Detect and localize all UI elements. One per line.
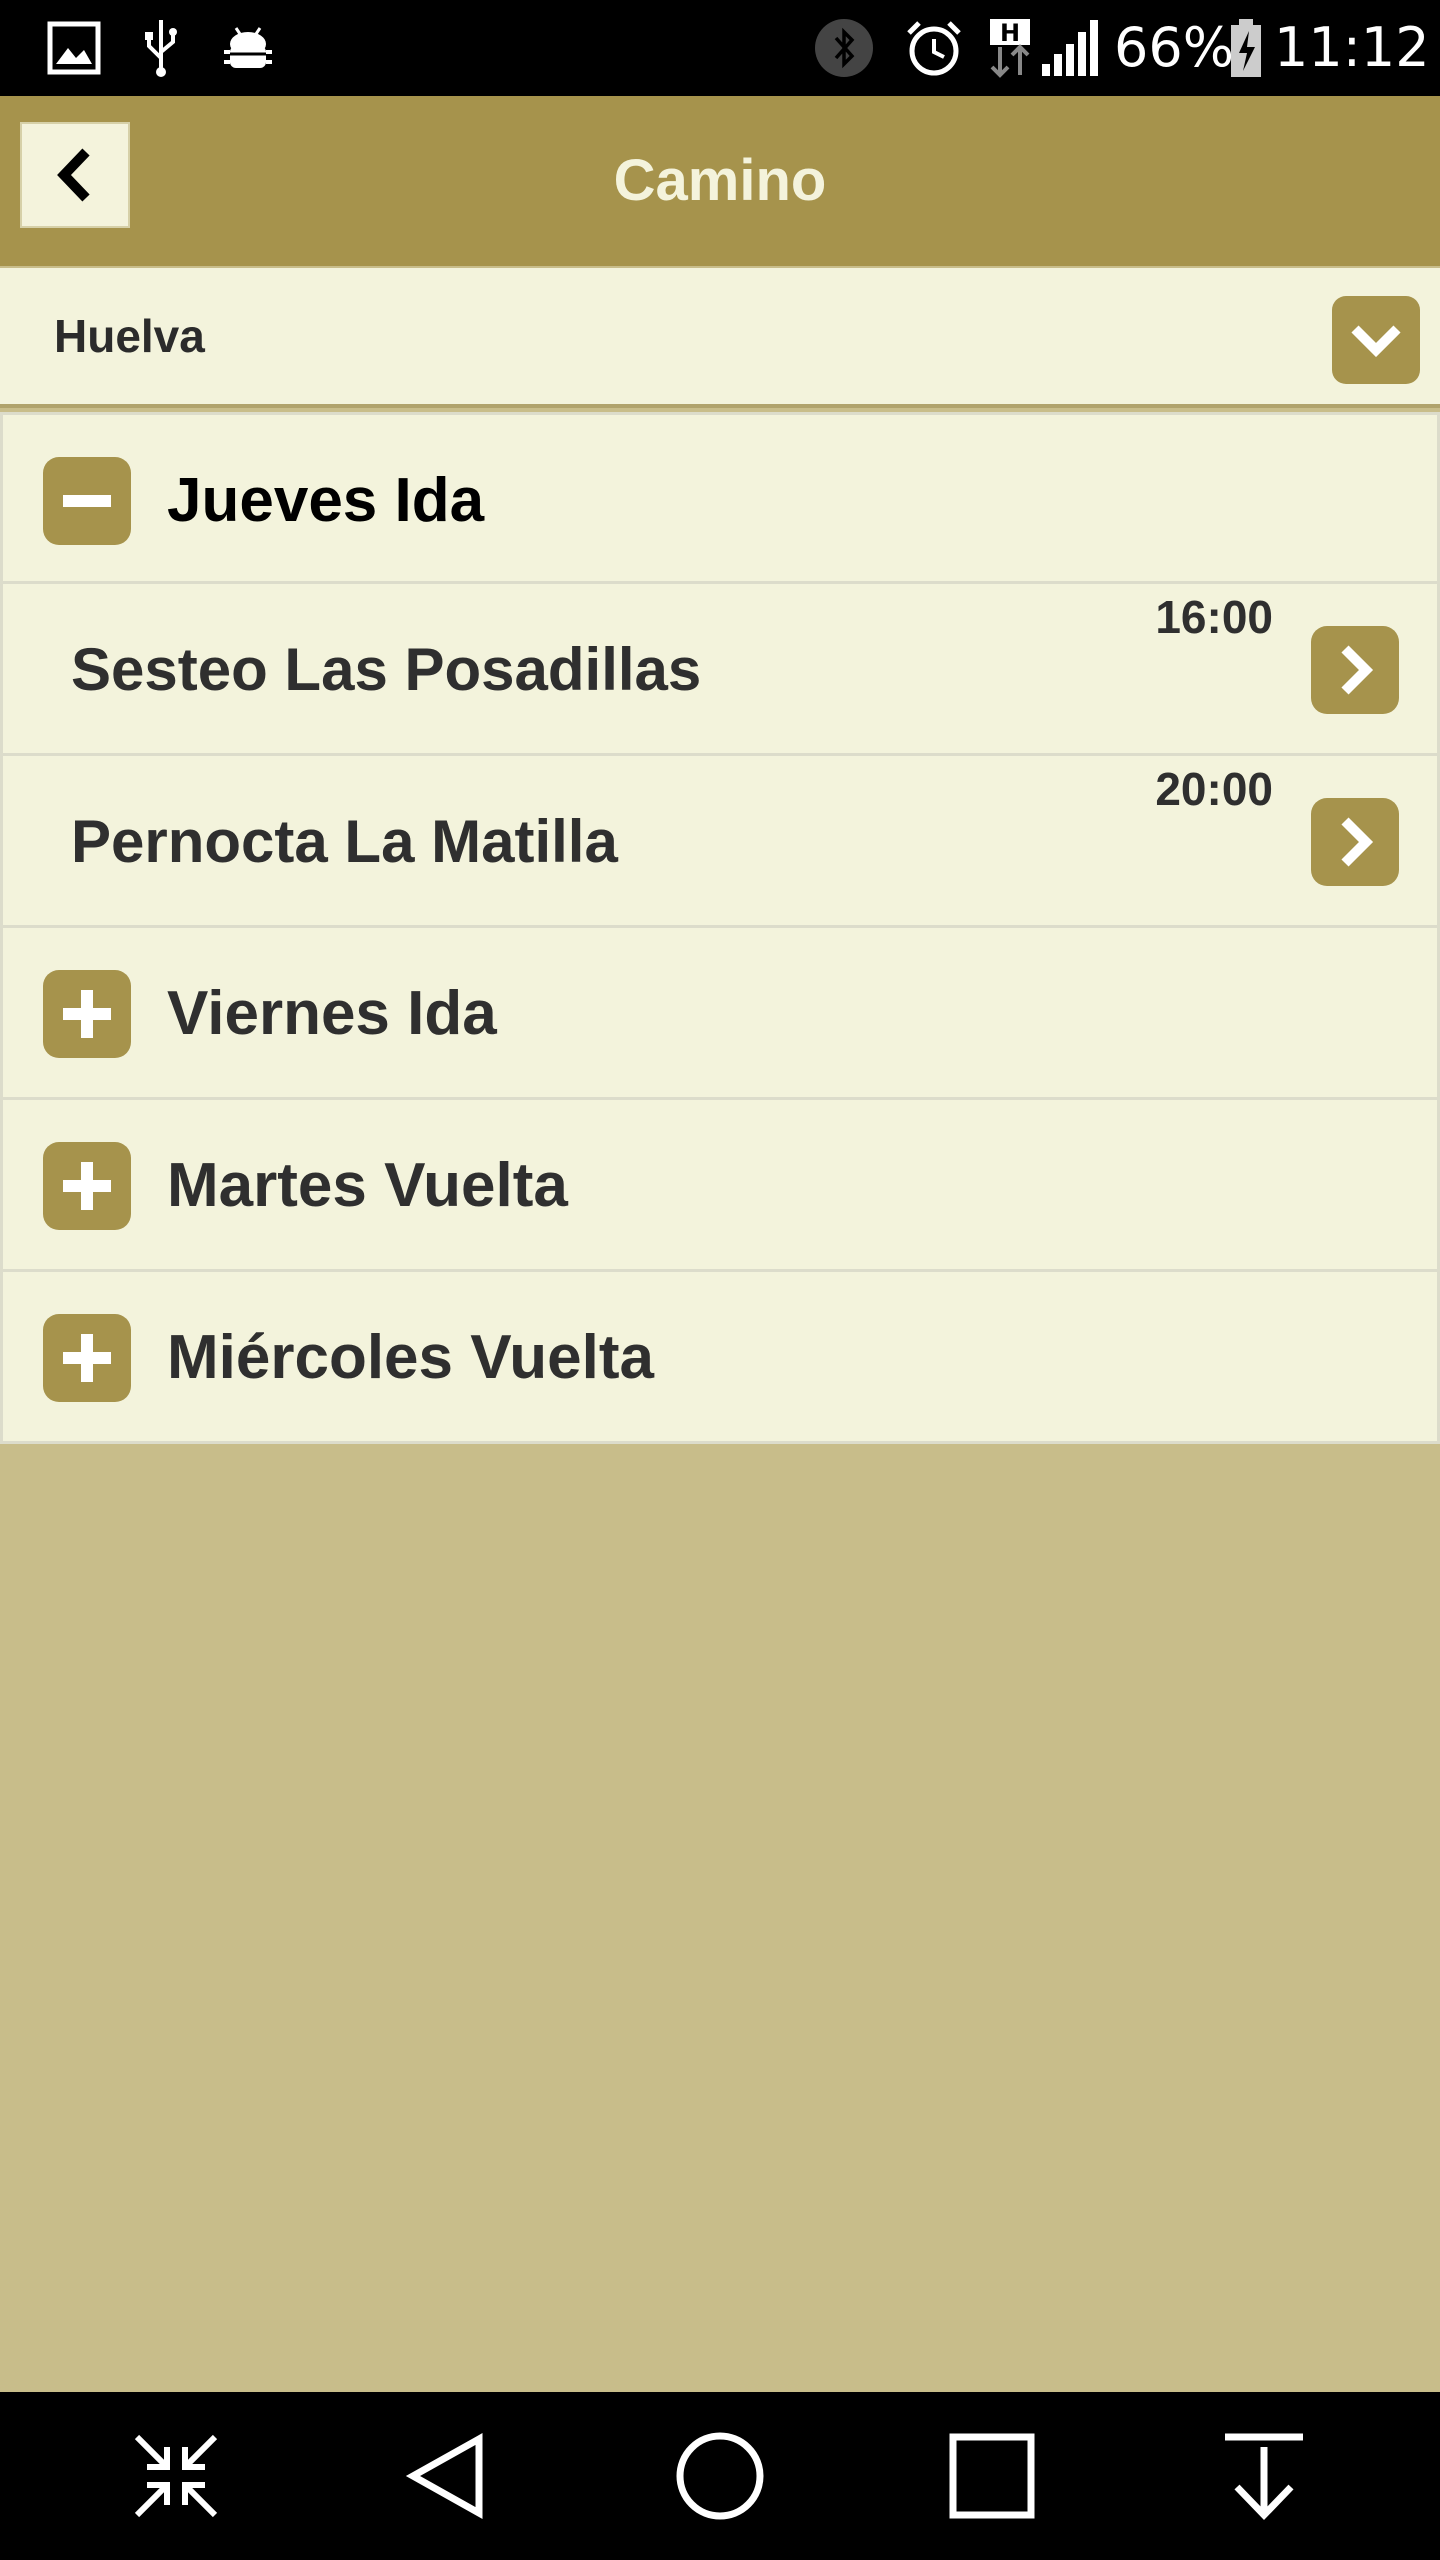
item-label: Sesteo Las Posadillas bbox=[71, 636, 702, 703]
list-item[interactable]: Sesteo Las Posadillas 16:00 bbox=[0, 584, 1440, 756]
page-title: Camino bbox=[613, 148, 827, 213]
list-item[interactable]: Pernocta La Matilla 20:00 bbox=[0, 756, 1440, 928]
gallery-icon bbox=[44, 18, 104, 78]
plus-icon[interactable] bbox=[43, 1142, 131, 1230]
system-nav-bar bbox=[0, 2392, 1440, 2560]
item-time: 16:00 bbox=[1155, 591, 1273, 643]
group-label: Jueves Ida bbox=[167, 466, 485, 535]
plus-icon[interactable] bbox=[43, 970, 131, 1058]
back-button[interactable] bbox=[20, 122, 130, 228]
chevron-left-icon bbox=[57, 148, 90, 202]
clock: 11:12 bbox=[1274, 16, 1430, 79]
group-row-miercoles-vuelta[interactable]: Miércoles Vuelta bbox=[0, 1272, 1440, 1444]
back-triangle-icon[interactable] bbox=[398, 2426, 498, 2526]
alarm-icon bbox=[902, 18, 966, 78]
group-label: Martes Vuelta bbox=[167, 1151, 568, 1220]
status-bar: H 66% 11:12 bbox=[0, 0, 1440, 96]
schedule-list: Jueves Ida Sesteo Las Posadillas 16:00 P… bbox=[0, 412, 1440, 1444]
android-debug-icon bbox=[218, 18, 278, 78]
item-label: Pernocta La Matilla bbox=[71, 808, 618, 875]
usb-icon bbox=[136, 18, 186, 78]
plus-icon[interactable] bbox=[43, 1314, 131, 1402]
chevron-right-icon[interactable] bbox=[1311, 798, 1399, 886]
group-label: Miércoles Vuelta bbox=[167, 1323, 655, 1392]
app-header: Camino bbox=[0, 96, 1440, 266]
recents-square-icon[interactable] bbox=[942, 2426, 1042, 2526]
signal-icon bbox=[1040, 18, 1100, 78]
group-row-martes-vuelta[interactable]: Martes Vuelta bbox=[0, 1100, 1440, 1272]
city-select[interactable]: Huelva bbox=[0, 268, 1440, 408]
item-time: 20:00 bbox=[1155, 763, 1273, 815]
h-data-icon: H bbox=[988, 18, 1032, 78]
chevron-right-icon[interactable] bbox=[1311, 626, 1399, 714]
chevron-down-icon[interactable] bbox=[1332, 296, 1420, 384]
group-row-jueves-ida[interactable]: Jueves Ida bbox=[0, 412, 1440, 584]
home-circle-icon[interactable] bbox=[670, 2426, 770, 2526]
svg-text:H: H bbox=[1000, 19, 1020, 47]
group-row-viernes-ida[interactable]: Viernes Ida bbox=[0, 928, 1440, 1100]
bluetooth-icon bbox=[812, 18, 876, 78]
battery-charging-icon bbox=[1228, 18, 1264, 78]
collapse-icon[interactable] bbox=[126, 2426, 226, 2526]
city-select-value: Huelva bbox=[54, 310, 205, 362]
download-arrow-icon[interactable] bbox=[1214, 2426, 1314, 2526]
minus-icon[interactable] bbox=[43, 457, 131, 545]
group-label: Viernes Ida bbox=[167, 979, 497, 1048]
battery-percent: 66% bbox=[1114, 16, 1235, 79]
